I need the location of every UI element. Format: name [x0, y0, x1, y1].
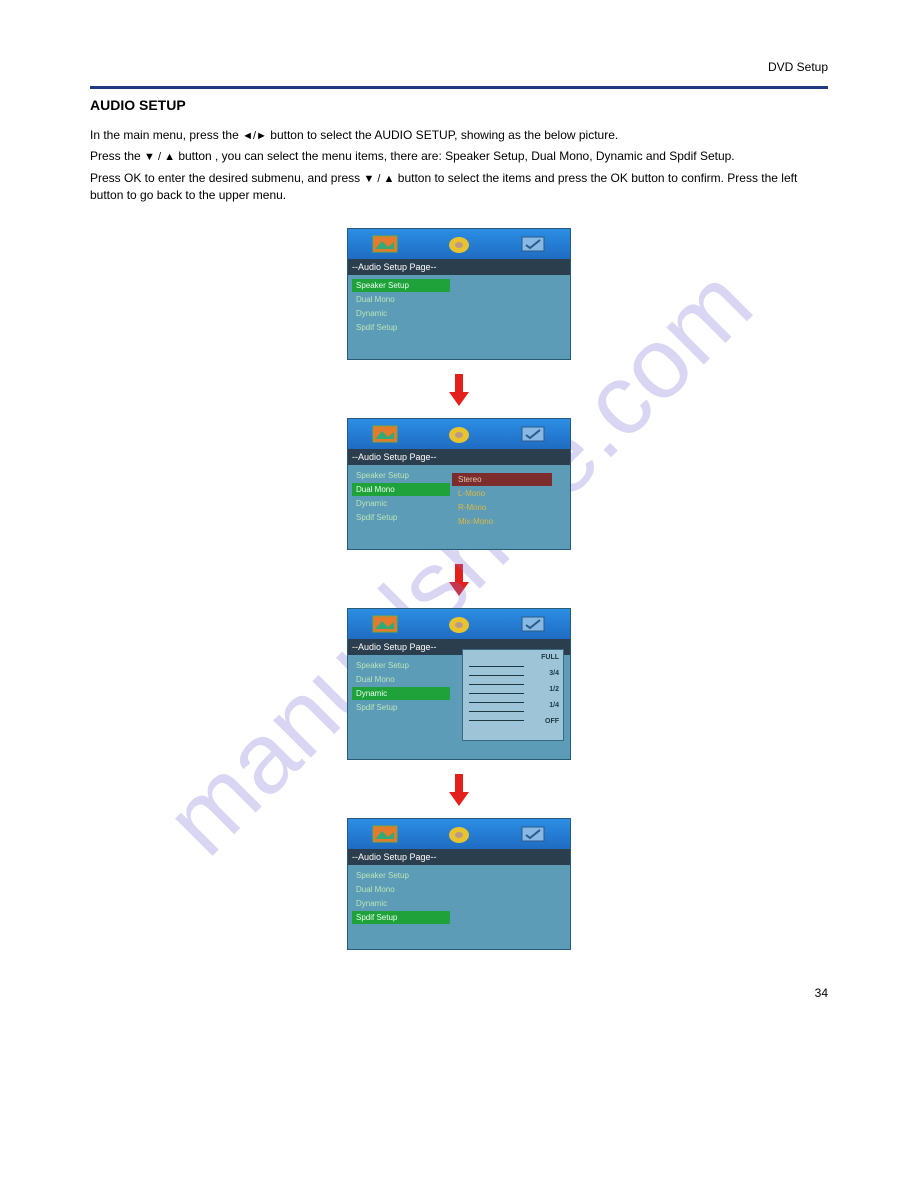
paragraph-2: Press the ▼ / ▲ button , you can select …: [90, 148, 828, 165]
osd-tab-bar: [348, 819, 570, 849]
dyn-full: FULL: [541, 654, 559, 661]
osd-item-dualmono: Dual Mono: [352, 673, 450, 686]
dyn-12: 1/2: [541, 686, 559, 693]
p2-text-a: Press the: [90, 149, 144, 163]
photo-icon: [372, 615, 398, 633]
p3-text-a: Press OK to enter the desired submenu, a…: [90, 171, 363, 185]
up-down-glyph: ▼ / ▲: [144, 151, 175, 163]
p1-text-b: button to select the AUDIO SETUP, showin…: [267, 128, 618, 142]
check-icon: [520, 615, 546, 633]
osd-panel-spdif: --Audio Setup Page-- Speaker Setup Dual …: [347, 818, 571, 950]
speaker-icon: [446, 823, 472, 845]
p1-text-a: In the main menu, press the: [90, 128, 242, 142]
osd-body: Speaker Setup Dual Mono Dynamic Spdif Se…: [348, 275, 570, 339]
photo-icon: [372, 235, 398, 253]
osd-item-dynamic: Dynamic: [352, 687, 450, 700]
osd-sublist: Stereo L-Mono R-Mono Mix-Mono: [452, 473, 552, 529]
photo-icon: [372, 425, 398, 443]
check-icon: [520, 425, 546, 443]
osd-sub-lmono: L-Mono: [452, 487, 552, 500]
osd-item-speaker: Speaker Setup: [352, 469, 450, 482]
check-icon: [520, 825, 546, 843]
osd-tab-bar: [348, 229, 570, 259]
speaker-icon: [446, 613, 472, 635]
osd-panel-dynamic: --Audio Setup Page-- Speaker Setup Dual …: [347, 608, 571, 760]
osd-panel-speaker: --Audio Setup Page-- Speaker Setup Dual …: [347, 228, 571, 360]
page-header: DVD Setup: [90, 60, 828, 74]
arrow-down-icon: [447, 772, 471, 808]
section-heading: AUDIO SETUP: [90, 97, 828, 113]
photo-icon: [372, 825, 398, 843]
osd-item-spdif: Spdif Setup: [352, 701, 450, 714]
dynamic-scale-panel: FULL 3/4 1/2 1/4 OFF: [462, 649, 564, 741]
osd-item-dynamic: Dynamic: [352, 897, 450, 910]
osd-item-spdif: Spdif Setup: [352, 321, 450, 334]
osd-sub-stereo: Stereo: [452, 473, 552, 486]
dyn-14: 1/4: [541, 702, 559, 709]
check-icon: [520, 235, 546, 253]
osd-item-spdif: Spdif Setup: [352, 911, 450, 924]
osd-body: Speaker Setup Dual Mono Dynamic Spdif Se…: [348, 865, 570, 929]
dyn-off: OFF: [541, 718, 559, 725]
header-divider: [90, 86, 828, 89]
osd-item-dynamic: Dynamic: [352, 307, 450, 320]
up-down-glyph-2: ▼ / ▲: [363, 173, 394, 185]
osd-item-dualmono: Dual Mono: [352, 293, 450, 306]
paragraph-3: Press OK to enter the desired submenu, a…: [90, 170, 828, 204]
osd-title: --Audio Setup Page--: [348, 449, 570, 465]
osd-item-speaker: Speaker Setup: [352, 869, 450, 882]
left-right-glyph: ◄/►: [242, 130, 267, 142]
osd-screenshots-stack: --Audio Setup Page-- Speaker Setup Dual …: [90, 228, 828, 956]
paragraph-1: In the main menu, press the ◄/► button t…: [90, 127, 828, 144]
osd-item-speaker: Speaker Setup: [352, 659, 450, 672]
page-number: 34: [90, 986, 828, 1000]
osd-sub-rmono: R-Mono: [452, 501, 552, 514]
p2-text-b: button , you can select the menu items, …: [175, 149, 735, 163]
dyn-34: 3/4: [541, 670, 559, 677]
osd-panel-dualmono: --Audio Setup Page-- Speaker Setup Dual …: [347, 418, 571, 550]
osd-title: --Audio Setup Page--: [348, 849, 570, 865]
osd-item-dualmono: Dual Mono: [352, 483, 450, 496]
osd-tab-bar: [348, 419, 570, 449]
speaker-icon: [446, 233, 472, 255]
osd-item-spdif: Spdif Setup: [352, 511, 450, 524]
osd-body: Speaker Setup Dual Mono Dynamic Spdif Se…: [348, 465, 570, 529]
arrow-down-icon: [447, 372, 471, 408]
osd-item-dynamic: Dynamic: [352, 497, 450, 510]
speaker-icon: [446, 423, 472, 445]
osd-item-speaker: Speaker Setup: [352, 279, 450, 292]
arrow-down-icon: [447, 562, 471, 598]
osd-item-dualmono: Dual Mono: [352, 883, 450, 896]
osd-sub-mixmono: Mix-Mono: [452, 515, 552, 528]
osd-title: --Audio Setup Page--: [348, 259, 570, 275]
osd-tab-bar: [348, 609, 570, 639]
